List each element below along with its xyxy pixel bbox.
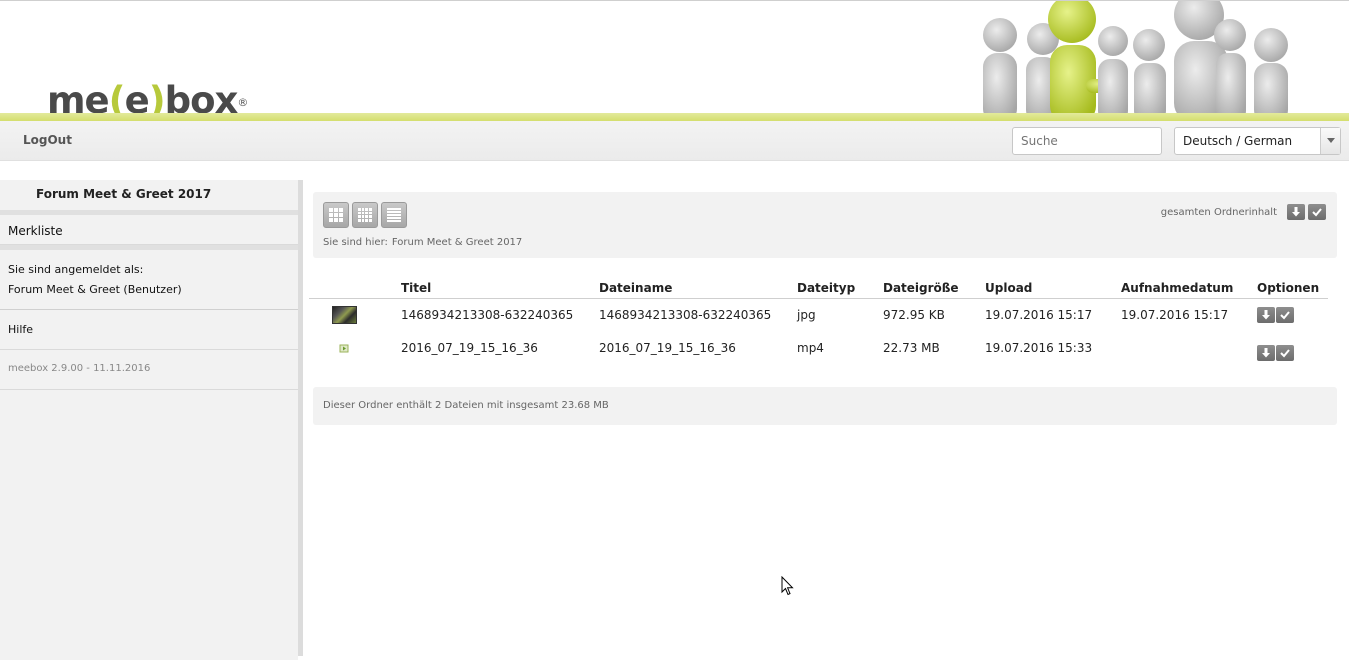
- mouse-cursor-icon: [781, 576, 794, 596]
- download-all-button[interactable]: [1287, 204, 1305, 220]
- cell-title[interactable]: 1468934213308-632240365: [401, 298, 599, 331]
- download-icon: [1262, 347, 1270, 357]
- cell-title[interactable]: 2016_07_19_15_16_36: [401, 331, 599, 364]
- file-table: Titel Dateiname Dateityp Dateigröße Uplo…: [309, 278, 1328, 364]
- table-header-row: Titel Dateiname Dateityp Dateigröße Uplo…: [309, 278, 1328, 299]
- language-selected-value: Deutsch / German: [1183, 134, 1293, 148]
- download-button[interactable]: [1257, 306, 1275, 323]
- sidebar-watchlist-label: Merkliste: [8, 224, 63, 238]
- cell-size: 22.73 MB: [883, 340, 940, 355]
- checkmark-icon: [1312, 208, 1322, 217]
- row-options: [1257, 306, 1328, 324]
- language-dropdown-button[interactable]: [1320, 128, 1340, 154]
- search-input[interactable]: [1012, 127, 1162, 155]
- column-header-filename[interactable]: Dateiname: [599, 278, 797, 299]
- checkmark-icon: [1280, 311, 1290, 320]
- cell-filename: 2016_07_19_15_16_36: [599, 340, 736, 355]
- row-options: [1257, 339, 1328, 361]
- breadcrumb-current[interactable]: Forum Meet & Greet 2017: [392, 237, 522, 248]
- sidebar-folder-label: Forum Meet & Greet 2017: [36, 187, 212, 201]
- cell-upload: 19.07.2016 15:33: [985, 340, 1093, 355]
- select-button[interactable]: [1276, 306, 1294, 323]
- column-header-options: Optionen: [1257, 278, 1328, 299]
- sidebar-item-folder[interactable]: Forum Meet & Greet 2017: [0, 180, 298, 210]
- column-header-size[interactable]: Dateigröße: [883, 278, 985, 299]
- language-select[interactable]: Deutsch / German: [1174, 127, 1341, 155]
- column-header-type[interactable]: Dateityp: [797, 278, 883, 299]
- cell-recorded: [1121, 331, 1257, 364]
- column-header-upload[interactable]: Upload: [985, 278, 1121, 299]
- image-thumbnail[interactable]: [332, 305, 357, 324]
- cell-filename: 1468934213308-632240365: [599, 307, 772, 322]
- folder-summary-text: Dieser Ordner enthält 2 Dateien mit insg…: [323, 400, 609, 411]
- download-icon: [1262, 309, 1270, 320]
- sidebar-item-help[interactable]: Hilfe: [0, 310, 298, 350]
- sidebar-user-info: Sie sind angemeldet als: Forum Meet & Gr…: [0, 250, 298, 310]
- logout-link[interactable]: LogOut: [23, 133, 72, 147]
- main-toolbar: Sie sind hier: Forum Meet & Greet 2017 ge…: [313, 192, 1337, 258]
- list-icon: [387, 208, 401, 222]
- table-row[interactable]: 2016_07_19_15_16_36 2016_07_19_15_16_36 …: [309, 331, 1328, 364]
- select-all-button[interactable]: [1308, 204, 1326, 220]
- breadcrumb-label: Sie sind hier:: [323, 237, 388, 248]
- column-header-title[interactable]: Titel: [401, 278, 599, 299]
- cell-type: jpg: [797, 307, 816, 322]
- select-button[interactable]: [1276, 344, 1294, 361]
- sidebar-help-label: Hilfe: [8, 323, 34, 336]
- sidebar-item-watchlist[interactable]: Merkliste: [0, 215, 298, 245]
- view-list-button[interactable]: [381, 202, 407, 228]
- nav-bar: LogOut Deutsch / German: [0, 121, 1349, 161]
- cell-type: mp4: [797, 340, 824, 355]
- folder-content-label: gesamten Ordnerinhalt: [1160, 207, 1277, 218]
- app-root: me(e)box ® LogOut Suche Deutsch / German…: [0, 0, 1349, 660]
- video-icon[interactable]: [339, 343, 349, 353]
- column-header-thumb: [309, 278, 401, 299]
- chevron-down-icon: [1327, 138, 1335, 143]
- sidebar-version: meebox 2.9.00 - 11.11.2016: [0, 350, 298, 390]
- download-button[interactable]: [1257, 344, 1275, 361]
- version-text: meebox 2.9.00 - 11.11.2016: [8, 363, 151, 374]
- large-grid-icon: [329, 208, 343, 222]
- logged-in-label: Sie sind angemeldet als:: [8, 263, 144, 276]
- header: me(e)box ®: [0, 0, 1349, 122]
- cell-upload: 19.07.2016 15:17: [985, 307, 1093, 322]
- download-icon: [1292, 207, 1300, 217]
- logged-in-user: Forum Meet & Greet (Benutzer): [8, 283, 182, 296]
- view-small-grid-button[interactable]: [352, 202, 378, 228]
- view-large-grid-button[interactable]: [323, 202, 349, 228]
- sidebar-border: [298, 180, 303, 656]
- folder-summary-bar: Dieser Ordner enthält 2 Dateien mit insg…: [313, 387, 1337, 425]
- cell-size: 972.95 KB: [883, 307, 945, 322]
- breadcrumb: Sie sind hier: Forum Meet & Greet 2017: [323, 237, 522, 248]
- cell-recorded: 19.07.2016 15:17: [1121, 307, 1229, 322]
- checkmark-icon: [1280, 348, 1290, 357]
- people-illustration: [983, 1, 1288, 121]
- column-header-recorded[interactable]: Aufnahmedatum: [1121, 278, 1257, 299]
- small-grid-icon: [358, 208, 372, 222]
- sidebar: Forum Meet & Greet 2017 Merkliste Sie si…: [0, 180, 298, 660]
- table-row[interactable]: 1468934213308-632240365 1468934213308-63…: [309, 298, 1328, 331]
